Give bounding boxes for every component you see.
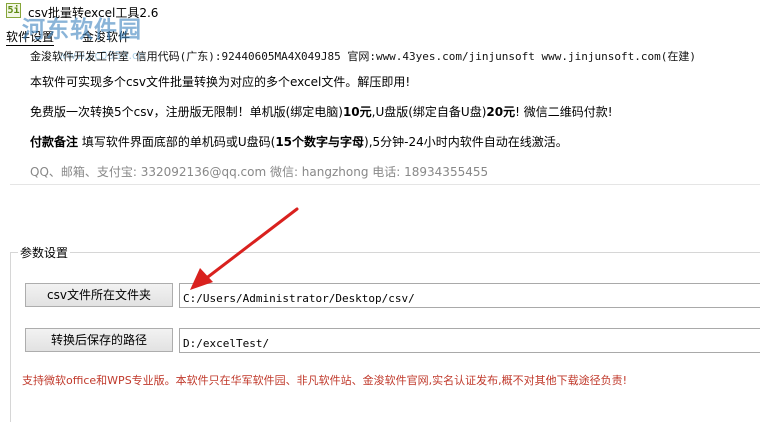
- csv-folder-button[interactable]: csv文件所在文件夹: [25, 283, 173, 307]
- notice-text: 支持微软office和WPS专业版。本软件只在华军软件园、非凡软件站、金浚软件官…: [22, 374, 628, 387]
- window-title: csv批量转excel工具2.6: [28, 6, 159, 20]
- tab-bar: 软件设置 金浚软件: [0, 22, 760, 46]
- params-legend: 参数设置: [18, 244, 71, 261]
- payment-note-part2: ),5分钟-24小时内软件自动在线激活。: [364, 135, 568, 149]
- payment-note: 付款备注 填写软件界面底部的单机码或U盘码(15个数字与字母),5分钟-24小时…: [30, 133, 568, 150]
- save-path-button[interactable]: 转换后保存的路径: [25, 328, 173, 352]
- company-info: 金浚软件开发工作室 信用代码(广东):92440605MA4X049J85 官网…: [30, 50, 696, 63]
- pricing-part2: ,U盘版(绑定自备U盘): [371, 105, 487, 119]
- info-panel: 金浚软件开发工作室 信用代码(广东):92440605MA4X049J85 官网…: [10, 45, 760, 185]
- price-usb: 20元: [486, 105, 516, 119]
- pricing-part3: ! 微信二维码付款!: [515, 105, 613, 119]
- tab-software-settings[interactable]: 软件设置: [6, 28, 55, 46]
- tab-jinjun-software[interactable]: 金浚软件: [82, 28, 130, 45]
- app-icon: 5i: [6, 3, 21, 18]
- description-text: 本软件可实现多个csv文件批量转换为对应的多个excel文件。解压即用!: [30, 75, 411, 89]
- title-bar: 5i csv批量转excel工具2.6: [0, 0, 760, 22]
- csv-folder-input[interactable]: [179, 283, 760, 308]
- payment-note-part1: 填写软件界面底部的单机码或U盘码(: [81, 135, 276, 149]
- payment-note-highlight: 15个数字与字母: [275, 135, 365, 149]
- contact-info: QQ、邮箱、支付宝: 332092136@qq.com 微信: hangzhon…: [30, 165, 489, 179]
- price-single: 10元: [342, 105, 372, 119]
- save-path-input[interactable]: [179, 328, 760, 353]
- payment-note-label: 付款备注: [30, 135, 79, 149]
- pricing-text: 免费版一次转换5个csv，注册版无限制！单机版(绑定电脑)10元,U盘版(绑定自…: [30, 103, 613, 120]
- pricing-part1: 免费版一次转换5个csv，注册版无限制！单机版(绑定电脑): [30, 105, 343, 119]
